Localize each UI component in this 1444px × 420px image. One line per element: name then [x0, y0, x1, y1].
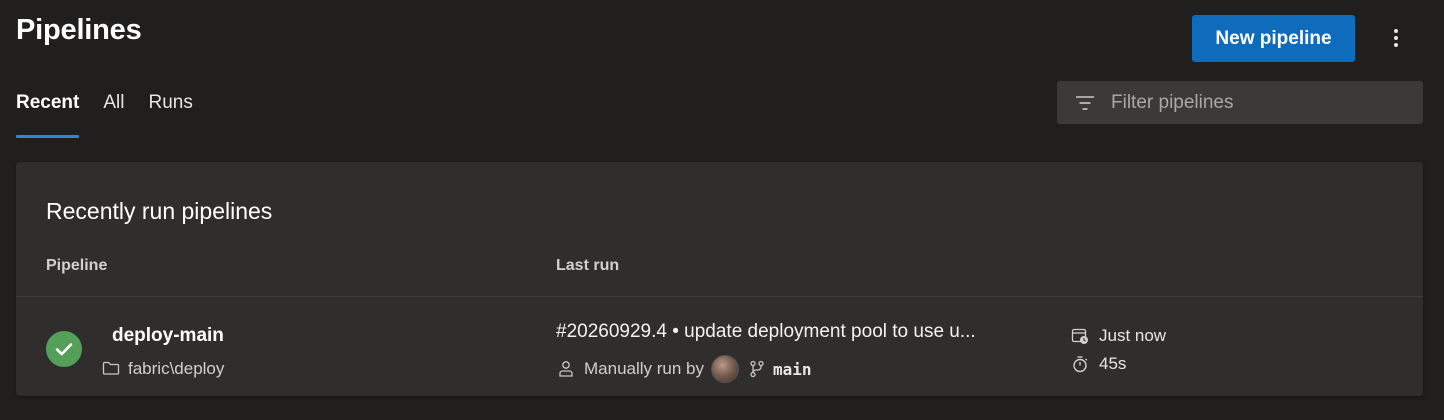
folder-icon — [102, 360, 120, 378]
pipeline-folder: fabric\deploy — [102, 359, 224, 379]
column-header-pipeline: Pipeline — [46, 257, 108, 274]
pipeline-name[interactable]: deploy-main — [112, 325, 224, 347]
run-title[interactable]: #20260929.4 • update deployment pool to … — [556, 321, 1026, 343]
trigger-text: Manually run by — [584, 359, 705, 378]
tab-recent[interactable]: Recent — [16, 92, 80, 138]
more-vertical-icon — [1394, 29, 1398, 47]
page-title: Pipelines — [16, 14, 142, 46]
pipelines-page: Pipelines New pipeline Recent All Runs R… — [0, 0, 1444, 420]
run-time: Just now — [1099, 326, 1167, 345]
branch-icon — [749, 360, 765, 378]
branch-name[interactable]: main — [773, 360, 812, 379]
card-title: Recently run pipelines — [46, 198, 273, 224]
tab-bar: Recent All Runs — [16, 92, 217, 138]
calendar-clock-icon — [1071, 327, 1089, 345]
filter-icon — [1075, 93, 1095, 113]
filter-pipelines-input[interactable] — [1109, 80, 1423, 125]
column-header-last-run: Last run — [556, 257, 620, 274]
run-timing: Just now 45s — [1071, 322, 1166, 378]
person-icon — [558, 360, 574, 378]
recent-pipelines-card: Recently run pipelines Pipeline Last run… — [16, 162, 1423, 396]
tab-runs[interactable]: Runs — [148, 92, 192, 138]
table-row[interactable]: deploy-main fabric\deploy #20260929.4 • … — [16, 297, 1423, 396]
more-options-button[interactable] — [1380, 22, 1412, 54]
new-pipeline-button[interactable]: New pipeline — [1192, 15, 1355, 62]
folder-path: fabric\deploy — [128, 359, 225, 378]
success-status-icon — [46, 331, 82, 367]
run-duration: 45s — [1099, 354, 1127, 373]
stopwatch-icon — [1071, 355, 1089, 373]
avatar — [711, 355, 740, 383]
run-meta: Manually run by main — [558, 355, 812, 383]
filter-box[interactable] — [1057, 80, 1423, 125]
tab-all[interactable]: All — [103, 92, 124, 138]
